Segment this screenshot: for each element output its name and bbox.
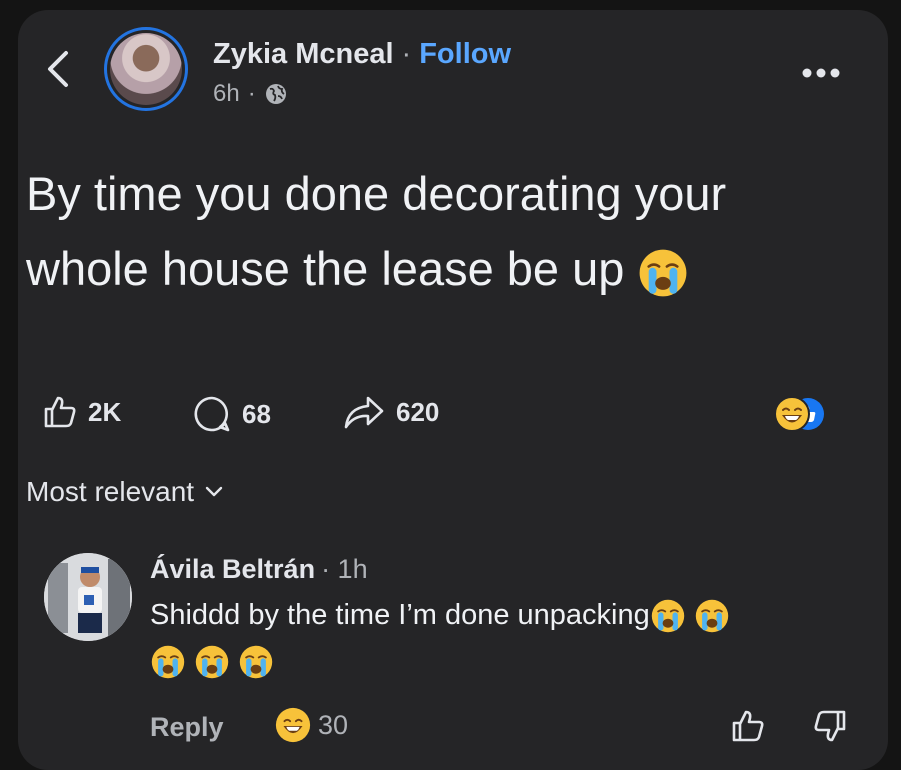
like-emoji — [774, 396, 810, 432]
crying-face-emoji — [239, 646, 273, 679]
comment-reactions[interactable]: 30 — [274, 706, 348, 744]
comment-time: · 1h — [321, 554, 368, 584]
share-count: 620 — [396, 396, 440, 427]
grinning-face-emoji — [275, 707, 311, 743]
share-button[interactable]: 620 — [342, 394, 439, 430]
author-avatar-photo — [110, 33, 182, 105]
author-avatar[interactable] — [104, 27, 188, 111]
author-name-row: Zykia Mcneal · Follow — [213, 38, 511, 71]
crying-face-emoji — [195, 646, 229, 679]
crying-face-emoji — [695, 600, 729, 633]
comment-text: Shiddd by the time I’m done unpacking — [150, 592, 850, 684]
commenter-avatar-photo — [44, 553, 132, 641]
post-action-bar: 2K 68 620 — [26, 390, 846, 440]
post-text: By time you done decorating your whole h… — [26, 156, 846, 306]
meta-separator: · — [247, 80, 256, 107]
upvote-icon[interactable] — [730, 708, 766, 744]
post-text-content: By time you done decorating your whole h… — [26, 167, 727, 295]
downvote-icon[interactable] — [812, 708, 848, 744]
comment-count: 68 — [242, 398, 271, 429]
comment-sort-dropdown[interactable]: Most relevant — [26, 476, 224, 508]
author-name[interactable]: Zykia Mcneal — [213, 38, 394, 71]
share-icon — [344, 396, 384, 429]
follow-button[interactable]: Follow — [419, 38, 511, 71]
more-options-icon[interactable] — [785, 60, 855, 86]
crying-face-emoji — [640, 249, 687, 296]
reply-button[interactable]: Reply — [150, 712, 224, 743]
like-count: 2K — [88, 396, 122, 427]
like-icon — [44, 396, 76, 428]
commenter-avatar[interactable] — [44, 553, 132, 641]
commenter-name[interactable]: Ávila Beltrán — [150, 554, 315, 585]
comment-reaction-count: 30 — [318, 709, 349, 740]
name-separator: · — [401, 38, 412, 70]
sort-label: Most relevant — [26, 476, 195, 507]
back-arrow-icon[interactable] — [38, 47, 78, 91]
reactions-summary[interactable] — [772, 394, 852, 434]
post-meta: 6h · — [213, 80, 288, 108]
comment-text-content: Shiddd by the time I’m done unpacking — [150, 599, 650, 631]
post-time: 6h — [213, 80, 240, 107]
comment-button[interactable]: 68 — [192, 394, 271, 434]
comment-icon — [194, 396, 230, 432]
crying-face-emoji — [151, 646, 185, 679]
globe-icon — [265, 84, 286, 104]
like-button[interactable]: 2K — [42, 394, 121, 430]
chevron-down-icon — [205, 486, 223, 497]
comment-header: Ávila Beltrán · 1h — [150, 554, 368, 585]
comment-action-bar: Reply 30 — [150, 706, 870, 751]
crying-face-emoji — [651, 600, 684, 633]
